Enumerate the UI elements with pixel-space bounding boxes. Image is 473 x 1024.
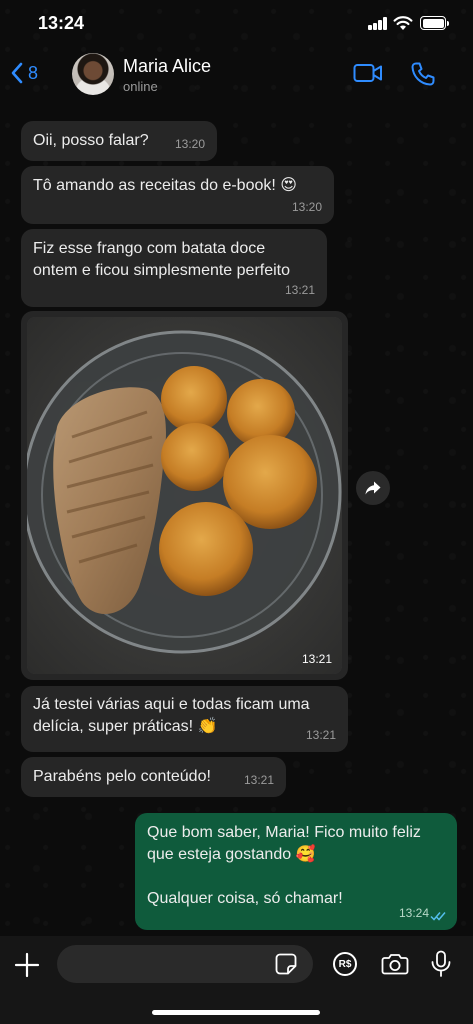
home-indicator[interactable] — [152, 1010, 320, 1015]
signal-icon — [368, 17, 388, 30]
battery-icon — [420, 16, 449, 30]
forward-arrow-icon — [365, 481, 381, 495]
message-text-line: Já testei várias aqui e todas ficam uma — [33, 696, 310, 713]
food-photo[interactable]: 13:21 — [27, 317, 342, 674]
read-receipt-icon — [430, 912, 446, 921]
sticker-icon[interactable] — [275, 953, 297, 975]
message-text: Parabéns pelo conteúdo! — [33, 768, 211, 785]
incoming-message[interactable]: Já testei várias aqui e todas ficam uma … — [21, 686, 348, 752]
message-time: 13:21 — [243, 773, 274, 787]
message-time: 13:21 — [284, 283, 315, 297]
message-text-line: Que bom saber, Maria! Fico muito feliz — [147, 824, 421, 841]
chicken-and-sweet-potato-image — [27, 317, 342, 674]
wifi-icon — [393, 16, 413, 30]
unread-count: 8 — [28, 62, 39, 83]
incoming-message[interactable]: Parabéns pelo conteúdo! 13:21 — [21, 757, 286, 797]
voice-call-icon[interactable] — [410, 61, 436, 87]
incoming-message[interactable]: Oii, posso falar? 13:20 — [21, 121, 217, 161]
message-text-line — [147, 866, 445, 888]
chat-header: 8 Maria Alice online — [0, 46, 473, 104]
message-time: 13:24 — [398, 906, 429, 920]
back-button[interactable]: 8 — [10, 62, 38, 84]
contact-status: online — [123, 79, 158, 94]
incoming-message[interactable]: Fiz esse frango com batata doce ontem e … — [21, 229, 327, 307]
chevron-left-icon — [11, 62, 23, 84]
plus-icon[interactable] — [14, 952, 40, 978]
camera-icon[interactable] — [381, 953, 409, 975]
message-text-line: ontem e ficou simplesmente perfeito — [33, 262, 291, 279]
status-time: 13:24 — [38, 13, 85, 33]
message-text-line: Fiz esse frango com batata doce — [33, 240, 266, 257]
payment-button[interactable]: R$ — [333, 952, 357, 976]
video-call-icon[interactable] — [353, 62, 383, 84]
chat-screen: 13:24 8 Maria Alice online Oii, posso fa… — [0, 0, 473, 1024]
message-text: Tô amando as receitas do e-book! 😍 — [33, 177, 297, 194]
contact-avatar[interactable] — [72, 53, 114, 95]
outgoing-message[interactable]: Que bom saber, Maria! Fico muito feliz q… — [135, 813, 457, 930]
forward-button[interactable] — [356, 471, 390, 505]
message-time: 13:21 — [305, 728, 336, 742]
message-text-line: que esteja gostando 🥰 — [147, 846, 316, 863]
incoming-message[interactable]: Tô amando as receitas do e-book! 😍 13:20 — [21, 166, 334, 224]
incoming-photo-message[interactable]: 13:21 — [21, 311, 348, 680]
microphone-icon[interactable] — [430, 950, 452, 978]
message-time: 13:20 — [174, 137, 205, 151]
message-time: 13:21 — [301, 652, 332, 666]
message-text-line: delícia, super práticas! 👏 — [33, 718, 218, 735]
status-bar: 13:24 — [0, 0, 473, 46]
message-time: 13:20 — [291, 200, 322, 214]
contact-name[interactable]: Maria Alice — [123, 56, 211, 77]
